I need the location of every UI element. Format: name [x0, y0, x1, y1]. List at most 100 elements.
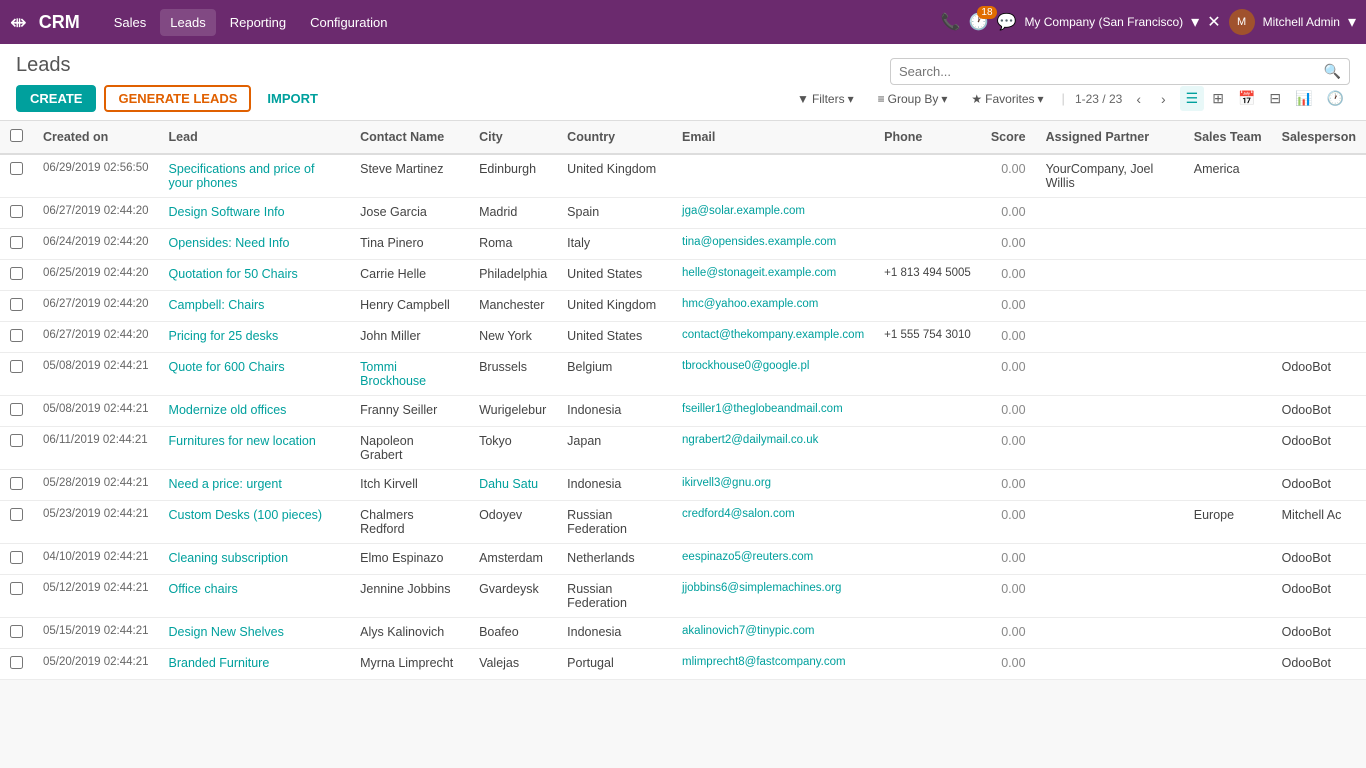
kanban-view-button[interactable]: ⊞ [1206, 86, 1230, 111]
col-sales-team[interactable]: Sales Team [1184, 121, 1272, 154]
cell-lead[interactable]: Custom Desks (100 pieces) [159, 501, 351, 544]
company-dropdown-icon[interactable]: ▾ [1191, 12, 1199, 32]
favorites-button[interactable]: ★ Favorites ▾ [963, 88, 1051, 110]
next-page-button[interactable]: › [1155, 87, 1172, 111]
col-country[interactable]: Country [557, 121, 672, 154]
col-email[interactable]: Email [672, 121, 874, 154]
row-checkbox[interactable] [10, 434, 23, 447]
user-dropdown-icon[interactable]: ▾ [1348, 12, 1356, 32]
row-checkbox-cell[interactable] [0, 427, 33, 470]
pivot-view-button[interactable]: ⊟ [1263, 86, 1287, 111]
brand-logo[interactable]: CRM [39, 12, 80, 33]
col-phone[interactable]: Phone [874, 121, 981, 154]
calendar-view-button[interactable]: 📅 [1232, 86, 1261, 111]
cell-email[interactable]: jga@solar.example.com [672, 198, 874, 229]
cell-email[interactable]: credford4@salon.com [672, 501, 874, 544]
graph-view-button[interactable]: 📊 [1289, 86, 1318, 111]
row-checkbox[interactable] [10, 625, 23, 638]
cell-email[interactable]: tina@opensides.example.com [672, 229, 874, 260]
cell-email[interactable]: hmc@yahoo.example.com [672, 291, 874, 322]
row-checkbox[interactable] [10, 205, 23, 218]
nav-sales[interactable]: Sales [104, 9, 157, 36]
row-checkbox[interactable] [10, 403, 23, 416]
col-lead[interactable]: Lead [159, 121, 351, 154]
row-checkbox[interactable] [10, 477, 23, 490]
row-checkbox-cell[interactable] [0, 396, 33, 427]
company-name[interactable]: My Company (San Francisco) [1024, 15, 1183, 29]
row-checkbox[interactable] [10, 656, 23, 669]
cell-email[interactable]: tbrockhouse0@google.pl [672, 353, 874, 396]
row-checkbox-cell[interactable] [0, 649, 33, 680]
cell-lead[interactable]: Pricing for 25 desks [159, 322, 351, 353]
col-assigned-partner[interactable]: Assigned Partner [1036, 121, 1184, 154]
cell-email[interactable]: ngrabert2@dailymail.co.uk [672, 427, 874, 470]
import-button[interactable]: IMPORT [259, 87, 326, 110]
select-all-header[interactable] [0, 121, 33, 154]
row-checkbox-cell[interactable] [0, 291, 33, 322]
phone-icon[interactable]: 📞 [941, 12, 961, 32]
cell-email[interactable]: jjobbins6@simplemachines.org [672, 575, 874, 618]
col-city[interactable]: City [469, 121, 557, 154]
cell-lead[interactable]: Design New Shelves [159, 618, 351, 649]
cell-lead[interactable]: Office chairs [159, 575, 351, 618]
cell-email[interactable]: helle@stonageit.example.com [672, 260, 874, 291]
row-checkbox-cell[interactable] [0, 229, 33, 260]
row-checkbox-cell[interactable] [0, 618, 33, 649]
cell-lead[interactable]: Need a price: urgent [159, 470, 351, 501]
close-icon[interactable]: ✕ [1207, 12, 1220, 32]
row-checkbox[interactable] [10, 236, 23, 249]
row-checkbox[interactable] [10, 582, 23, 595]
nav-configuration[interactable]: Configuration [300, 9, 397, 36]
row-checkbox-cell[interactable] [0, 260, 33, 291]
cell-lead[interactable]: Design Software Info [159, 198, 351, 229]
cell-lead[interactable]: Quotation for 50 Chairs [159, 260, 351, 291]
prev-page-button[interactable]: ‹ [1130, 87, 1147, 111]
row-checkbox[interactable] [10, 360, 23, 373]
row-checkbox[interactable] [10, 298, 23, 311]
cell-email[interactable]: mlimprecht8@fastcompany.com [672, 649, 874, 680]
col-salesperson[interactable]: Salesperson [1272, 121, 1366, 154]
row-checkbox-cell[interactable] [0, 544, 33, 575]
activity-view-button[interactable]: 🕐 [1321, 86, 1350, 111]
row-checkbox[interactable] [10, 329, 23, 342]
cell-email[interactable] [672, 154, 874, 198]
col-created-on[interactable]: Created on [33, 121, 159, 154]
row-checkbox[interactable] [10, 162, 23, 175]
cell-lead[interactable]: Opensides: Need Info [159, 229, 351, 260]
cell-email[interactable]: contact@thekompany.example.com [672, 322, 874, 353]
chat-icon[interactable]: 💬 [997, 12, 1017, 32]
row-checkbox-cell[interactable] [0, 575, 33, 618]
row-checkbox[interactable] [10, 267, 23, 280]
group-by-button[interactable]: ≡ Group By ▾ [870, 88, 956, 110]
filters-button[interactable]: ▼ Filters ▾ [789, 88, 862, 110]
cell-email[interactable]: ikirvell3@gnu.org [672, 470, 874, 501]
row-checkbox-cell[interactable] [0, 154, 33, 198]
row-checkbox[interactable] [10, 551, 23, 564]
col-score[interactable]: Score [981, 121, 1036, 154]
row-checkbox-cell[interactable] [0, 198, 33, 229]
cell-lead[interactable]: Modernize old offices [159, 396, 351, 427]
cell-lead[interactable]: Branded Furniture [159, 649, 351, 680]
cell-lead[interactable]: Cleaning subscription [159, 544, 351, 575]
user-name[interactable]: Mitchell Admin [1263, 15, 1340, 29]
grid-icon[interactable]: ⇼ [10, 10, 27, 35]
row-checkbox-cell[interactable] [0, 353, 33, 396]
create-button[interactable]: CREATE [16, 85, 96, 112]
col-contact-name[interactable]: Contact Name [350, 121, 469, 154]
list-view-button[interactable]: ☰ [1180, 86, 1205, 111]
cell-lead[interactable]: Quote for 600 Chairs [159, 353, 351, 396]
search-icon[interactable]: 🔍 [1324, 63, 1341, 80]
search-input[interactable] [899, 64, 1324, 79]
row-checkbox-cell[interactable] [0, 501, 33, 544]
cell-email[interactable]: fseiller1@theglobeandmail.com [672, 396, 874, 427]
cell-lead[interactable]: Campbell: Chairs [159, 291, 351, 322]
select-all-checkbox[interactable] [10, 129, 23, 142]
row-checkbox-cell[interactable] [0, 470, 33, 501]
nav-reporting[interactable]: Reporting [220, 9, 296, 36]
row-checkbox-cell[interactable] [0, 322, 33, 353]
generate-leads-button[interactable]: GENERATE LEADS [104, 85, 251, 112]
nav-leads[interactable]: Leads [160, 9, 215, 36]
cell-lead[interactable]: Specifications and price of your phones [159, 154, 351, 198]
cell-lead[interactable]: Furnitures for new location [159, 427, 351, 470]
cell-email[interactable]: eespinazo5@reuters.com [672, 544, 874, 575]
